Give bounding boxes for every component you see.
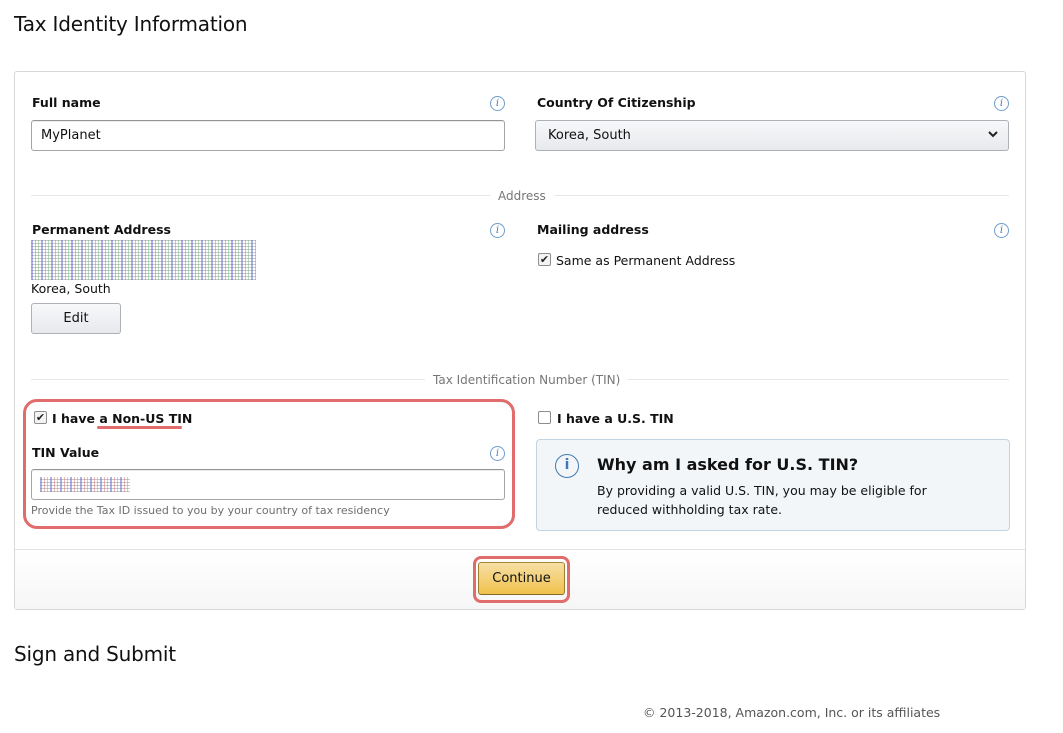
full-name-input[interactable]: MyPlanet — [31, 120, 505, 151]
tin-value-help: Provide the Tax ID issued to you by your… — [31, 504, 390, 517]
why-us-tin-box: i Why am I asked for U.S. TIN? By provid… — [536, 439, 1010, 531]
annotation-underline — [97, 426, 182, 429]
full-name-label: Full name — [32, 95, 101, 110]
us-tin-checkbox[interactable] — [538, 411, 551, 424]
continue-button[interactable]: Continue — [478, 562, 565, 595]
chevron-down-icon — [988, 131, 998, 138]
checkmark-icon: ✔ — [35, 411, 46, 424]
address-divider-label: Address — [490, 189, 554, 203]
non-us-tin-checkbox[interactable]: ✔ — [34, 411, 47, 424]
info-icon[interactable]: i — [994, 96, 1009, 111]
tax-identity-card: Full name i MyPlanet Country Of Citizens… — [14, 71, 1026, 610]
country-label: Country Of Citizenship — [537, 95, 696, 110]
permanent-address-label: Permanent Address — [32, 222, 171, 237]
info-icon[interactable]: i — [490, 223, 505, 238]
redacted-tin — [40, 477, 130, 492]
copyright: © 2013-2018, Amazon.com, Inc. or its aff… — [643, 705, 941, 720]
tin-value-label: TIN Value — [32, 445, 100, 460]
non-us-tin-label[interactable]: I have a Non-US TIN — [52, 411, 192, 426]
mailing-address-label: Mailing address — [537, 222, 649, 237]
country-select[interactable]: Korea, South — [535, 120, 1009, 151]
non-us-tin-prefix: I have a — [52, 411, 113, 426]
why-us-tin-body: By providing a valid U.S. TIN, you may b… — [597, 483, 927, 517]
checkmark-icon: ✔ — [539, 253, 550, 266]
info-icon: i — [555, 454, 579, 478]
info-icon[interactable]: i — [490, 96, 505, 111]
card-footer: Continue — [15, 549, 1025, 609]
info-icon[interactable]: i — [994, 223, 1009, 238]
info-icon[interactable]: i — [490, 446, 505, 461]
same-as-permanent-label[interactable]: Same as Permanent Address — [556, 253, 735, 268]
permanent-address-country: Korea, South — [31, 281, 111, 296]
non-us-tin-emphasis: Non-US TIN — [112, 411, 193, 426]
page-title: Tax Identity Information — [14, 12, 248, 36]
edit-address-button[interactable]: Edit — [31, 303, 121, 334]
country-select-value: Korea, South — [548, 128, 631, 143]
redacted-address — [31, 240, 256, 280]
us-tin-label[interactable]: I have a U.S. TIN — [557, 411, 674, 426]
sign-submit-title[interactable]: Sign and Submit — [14, 642, 176, 666]
same-as-permanent-checkbox[interactable]: ✔ — [538, 253, 551, 266]
tin-value-input[interactable] — [31, 469, 505, 500]
tin-divider-label: Tax Identification Number (TIN) — [425, 373, 629, 387]
why-us-tin-title: Why am I asked for U.S. TIN? — [597, 455, 859, 474]
